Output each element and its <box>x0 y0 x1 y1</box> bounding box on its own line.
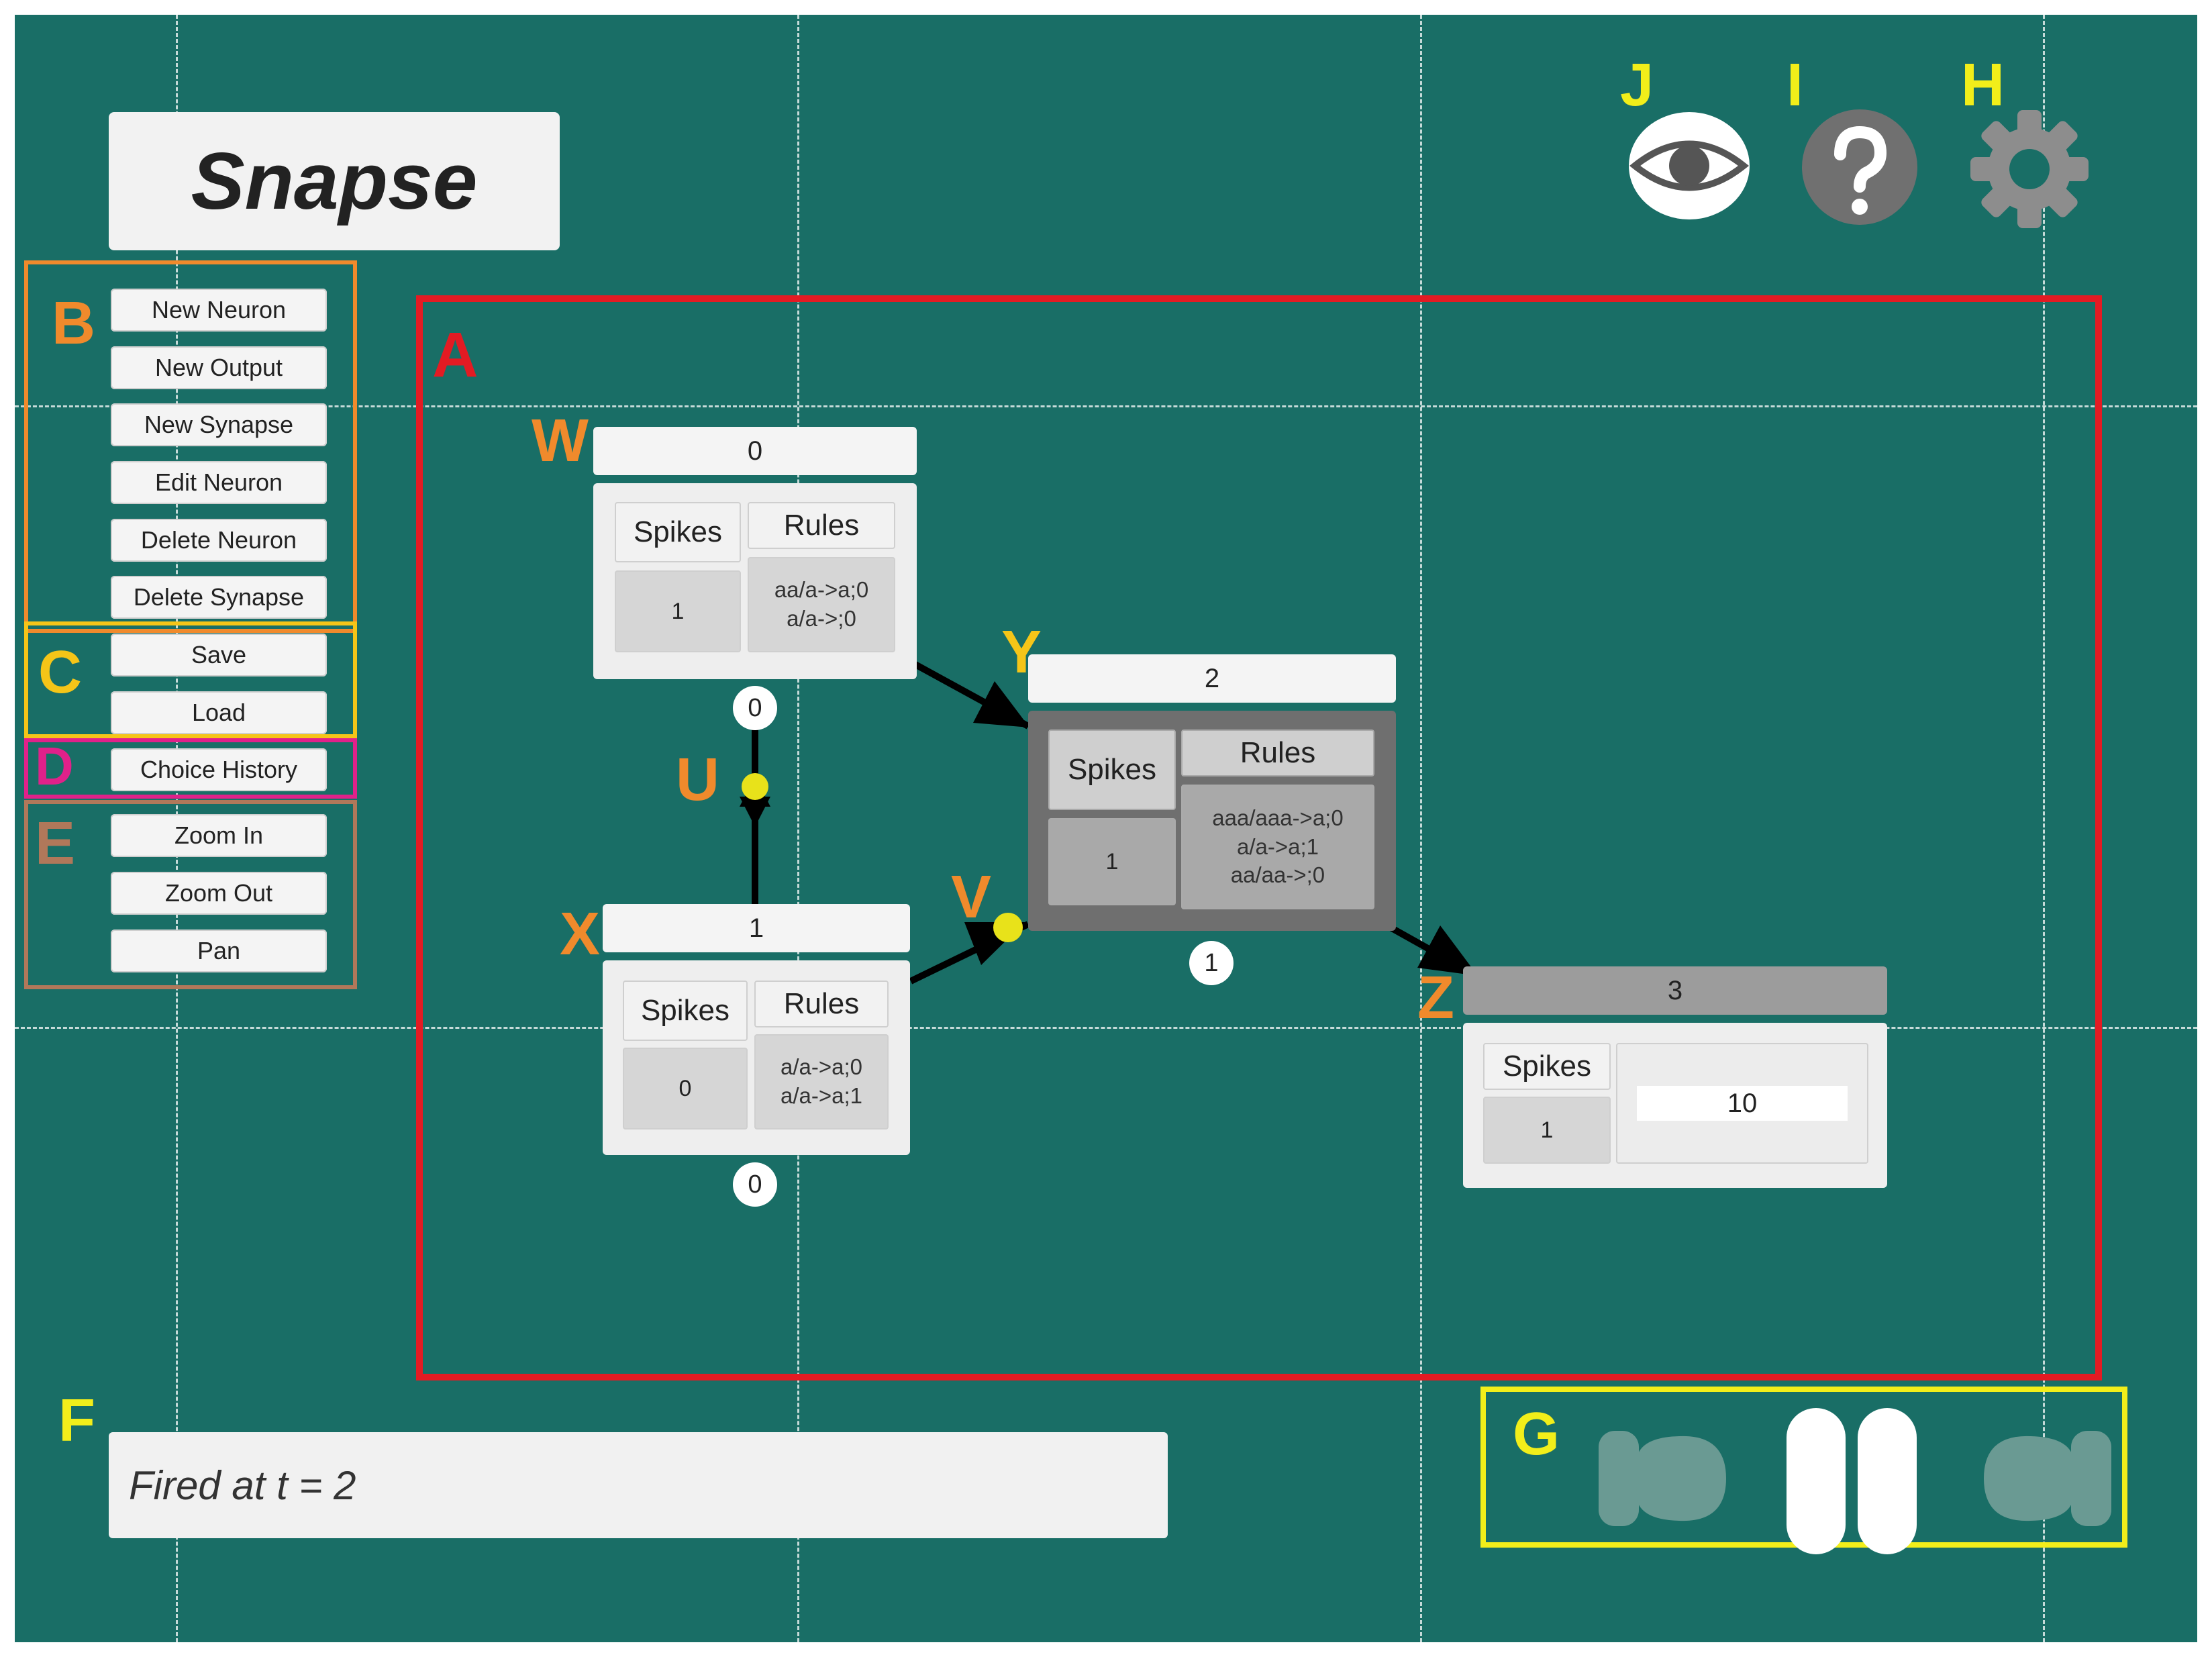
step-back-icon[interactable] <box>1599 1424 1733 1533</box>
neuron-body: Spikes Rules 0 a/a->a;0 a/a->a;1 <box>603 960 910 1155</box>
rule: aa/a->a;0 <box>774 577 869 603</box>
neuron-body: Spikes Rules 1 aaa/aaa->a;0 a/a->a;1 aa/aa… <box>1028 711 1396 931</box>
rules-list: aa/a->a;0 a/a->;0 <box>748 557 895 652</box>
rule: aa/aa->;0 <box>1230 862 1325 888</box>
spikes-header: Spikes <box>1483 1043 1611 1090</box>
spikes-header: Spikes <box>615 502 741 562</box>
rule: aaa/aaa->a;0 <box>1212 805 1344 830</box>
label-v: V <box>951 864 992 931</box>
label-w: W <box>532 407 589 474</box>
label-u: U <box>676 746 719 813</box>
rules-header: Rules <box>1181 730 1374 776</box>
spike-count: 0 <box>623 1048 748 1129</box>
output-value: 10 <box>1637 1086 1848 1121</box>
rules-list: aaa/aaa->a;0 a/a->a;1 aa/aa->;0 <box>1181 785 1374 909</box>
status-log: Fired at t = 2 <box>109 1432 1168 1538</box>
neuron-body: Spikes Rules 1 aa/a->a;0 a/a->;0 <box>593 483 917 679</box>
label-g: G <box>1513 1401 1560 1468</box>
label-f: F <box>58 1387 95 1454</box>
snapse-app: Snapse J I H B New Neuron New Output New… <box>15 15 2197 1642</box>
rule: a/a->a;0 <box>780 1054 862 1080</box>
rule: a/a->;0 <box>787 606 856 631</box>
spikes-header: Spikes <box>623 981 748 1041</box>
label-z: Z <box>1417 964 1454 1032</box>
neuron-id: 3 <box>1463 966 1887 1015</box>
choice-marker-v <box>993 913 1023 942</box>
step-forward-icon[interactable] <box>1977 1424 2111 1533</box>
rules-header: Rules <box>748 502 895 549</box>
label-x: X <box>560 901 601 968</box>
rules-header: Rules <box>754 981 889 1027</box>
synapse-arrow-down <box>740 797 770 827</box>
synapse-counter: 0 <box>733 686 777 730</box>
pause-icon[interactable] <box>1781 1408 1922 1554</box>
neuron-id: 2 <box>1028 654 1396 703</box>
rules-list: a/a->a;0 a/a->a;1 <box>754 1034 889 1129</box>
spike-count: 1 <box>1483 1097 1611 1164</box>
spikes-header: Spikes <box>1048 730 1176 810</box>
spike-count: 1 <box>1048 818 1176 905</box>
synapse-counter: 1 <box>1189 941 1234 985</box>
synapse-counter: 0 <box>733 1162 777 1207</box>
neuron-id: 0 <box>593 427 917 475</box>
output-panel: 10 <box>1616 1043 1868 1164</box>
spike-count: 1 <box>615 570 741 652</box>
choice-marker-u <box>742 773 768 800</box>
rule: a/a->a;1 <box>1236 834 1319 859</box>
neuron-body: Spikes 1 10 <box>1463 1023 1887 1188</box>
rule: a/a->a;1 <box>780 1083 862 1108</box>
neuron-id: 1 <box>603 904 910 952</box>
